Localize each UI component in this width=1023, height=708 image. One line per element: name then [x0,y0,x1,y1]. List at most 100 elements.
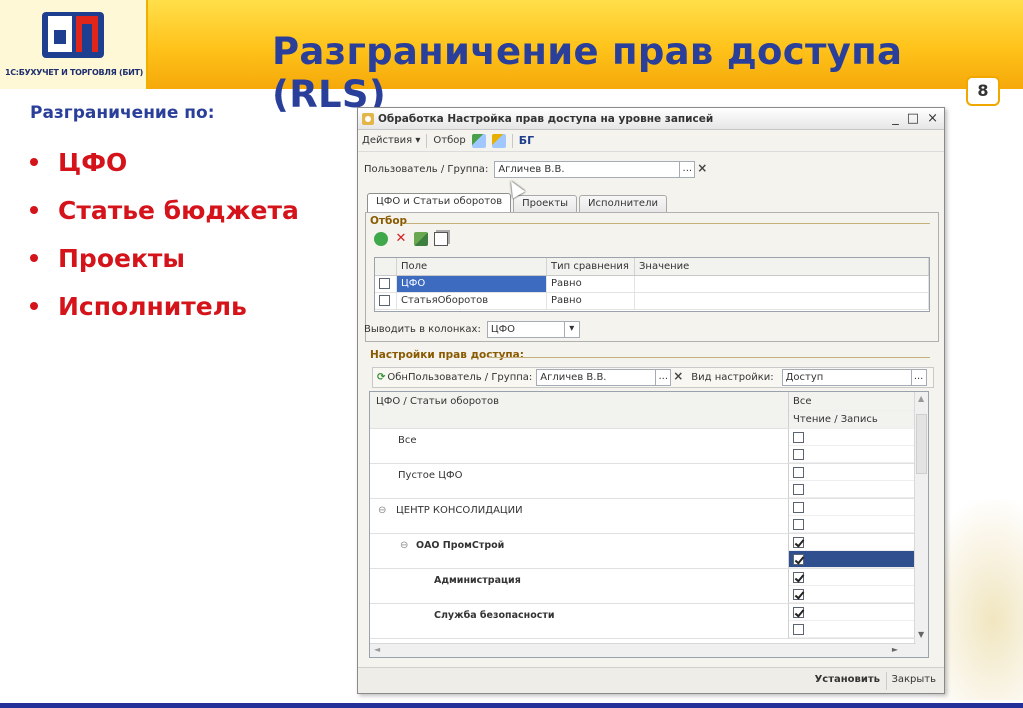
filter-button[interactable]: Отбор [433,135,465,146]
write-checkbox[interactable] [793,518,804,530]
bit-logo-icon [42,12,104,58]
tree-row[interactable]: ⊖ ЦЕНТР КОНСОЛИДАЦИИ [370,499,916,534]
tree-row[interactable]: Все [370,429,916,464]
collapse-icon[interactable]: ⊖ [378,505,386,516]
tree-row-label: ОАО ПромСтрой [416,540,505,551]
row-comparison[interactable]: Равно [547,276,635,292]
scroll-right-icon[interactable]: ► [892,645,898,654]
columns-select[interactable]: ЦФО [486,321,565,338]
window-titlebar[interactable]: Обработка Настройка прав доступа на уров… [358,108,944,130]
close-window-button[interactable]: Закрыть [886,672,940,690]
read-checkbox[interactable] [793,571,804,583]
scroll-left-icon[interactable]: ◄ [374,645,380,654]
delete-icon[interactable]: ✕ [394,232,408,246]
edit-icon[interactable] [414,232,428,246]
table-row[interactable]: СтатьяОборотов Равно [375,293,929,310]
user-clear-button[interactable]: × [695,161,709,178]
processing-icon [362,112,374,125]
filter-grid: Поле Тип сравнения Значение ЦФО Равно Ст… [374,257,930,312]
user-select-button[interactable]: ... [679,161,696,178]
bullet-list: ЦФО Статье бюджета Проекты Исполнитель [30,138,299,330]
write-checkbox[interactable] [793,448,804,460]
refresh-icon[interactable]: ⟳ [377,372,385,383]
scroll-thumb[interactable] [916,414,927,474]
user-group-label: Пользователь / Группа: [364,164,489,175]
bit-logo-button[interactable]: БГ [519,134,534,147]
read-checkbox[interactable] [793,606,804,618]
all-column-header[interactable]: Все [789,392,916,411]
tree-row[interactable]: Пустое ЦФО [370,464,916,499]
access-user-input[interactable]: Агличев В.В. [536,369,657,386]
col-comparison[interactable]: Тип сравнения [547,258,635,275]
tab-executors[interactable]: Исполнители [579,195,667,213]
toolbar: Действия ▾ Отбор БГ [358,130,944,152]
col-field[interactable]: Поле [397,258,547,275]
window-footer: Установить Закрыть [358,667,944,693]
tree-row-label: Служба безопасности [434,610,555,621]
tree-col-header[interactable]: ЦФО / Статьи оборотов [376,396,499,407]
read-write-header[interactable]: Чтение / Запись [789,411,916,429]
collapse-icon[interactable]: ⊖ [400,540,408,551]
write-checkbox[interactable] [793,483,804,495]
refresh-button[interactable]: Обн [387,372,408,383]
scroll-up-icon[interactable]: ▲ [918,394,924,403]
columns-label: Выводить в колонках: [364,324,481,335]
read-checkbox[interactable] [793,501,804,513]
read-checkbox[interactable] [793,466,804,478]
close-button[interactable]: × [927,111,938,126]
tree-row[interactable]: ⊖ ОАО ПромСтрой [370,534,916,569]
columns-row: Выводить в колонках: ЦФО ▾ [364,321,580,338]
row-field[interactable]: ЦФО [397,276,547,292]
install-button[interactable]: Установить [811,672,884,690]
tree-row[interactable]: Администрация [370,569,916,604]
filter-apply-icon[interactable] [471,133,486,148]
tree-header: ЦФО / Статьи оборотов Все Чтение / Запис… [370,392,916,429]
user-group-row: Пользователь / Группа: Агличев В.В. ... … [364,161,709,178]
table-row[interactable]: ЦФО Равно [375,276,929,293]
scroll-down-icon[interactable]: ▼ [918,630,924,639]
row-use-checkbox[interactable] [379,278,390,289]
actions-menu[interactable]: Действия ▾ [362,135,420,146]
tree-row-label: ЦЕНТР КОНСОЛИДАЦИИ [396,505,523,516]
setting-type-input[interactable]: Доступ [781,369,912,386]
col-value[interactable]: Значение [635,258,929,275]
access-user-select-button[interactable]: ... [655,369,672,386]
user-group-input[interactable]: Агличев В.В. [494,161,681,178]
settings-window: Обработка Настройка прав доступа на уров… [357,107,945,694]
setting-type-select-button[interactable]: ... [910,369,927,386]
setting-type-label: Вид настройки: [691,372,774,383]
bullet-dot-icon [30,158,38,166]
row-value[interactable] [635,276,929,292]
read-checkbox[interactable] [793,536,804,548]
add-icon[interactable] [374,232,388,246]
tab-projects[interactable]: Проекты [513,195,578,213]
row-comparison[interactable]: Равно [547,293,635,309]
filter-grid-header: Поле Тип сравнения Значение [375,258,929,276]
tree-row-label: Все [398,435,417,446]
row-field[interactable]: СтатьяОборотов [397,293,547,309]
tree-row[interactable]: Служба безопасности [370,604,916,639]
row-value[interactable] [635,293,929,309]
bullet-dot-icon [30,254,38,262]
copy-icon[interactable] [434,232,448,246]
logo: 1С:БУХУЧЕТ И ТОРГОВЛЯ (БИТ) [0,0,148,89]
read-checkbox[interactable] [793,431,804,443]
tab-cfo-articles[interactable]: ЦФО и Статьи оборотов [367,193,512,213]
chevron-down-icon[interactable]: ▾ [563,321,580,338]
write-checkbox[interactable] [793,553,804,565]
access-tree-grid: ЦФО / Статьи оборотов Все Чтение / Запис… [369,391,929,658]
minimize-button[interactable]: _ [892,111,899,126]
filter-clear-icon[interactable] [491,133,506,148]
maximize-button[interactable]: □ [907,111,919,126]
bullet-dot-icon [30,302,38,310]
write-checkbox[interactable] [793,623,804,635]
write-checkbox[interactable] [793,588,804,600]
row-use-checkbox[interactable] [379,295,390,306]
access-toolbar: ⟳ Обн Пользователь / Группа: Агличев В.В… [372,367,934,388]
access-user-clear-button[interactable]: × [671,369,685,386]
slide-title: Разграничение прав доступа (RLS) [272,30,903,116]
access-section-title: Настройки прав доступа: [370,349,524,361]
vertical-scrollbar[interactable]: ▲ ▼ [914,392,928,657]
horizontal-scrollbar[interactable]: ◄ ► [370,643,916,657]
tree-row-label: Пустое ЦФО [398,470,463,481]
